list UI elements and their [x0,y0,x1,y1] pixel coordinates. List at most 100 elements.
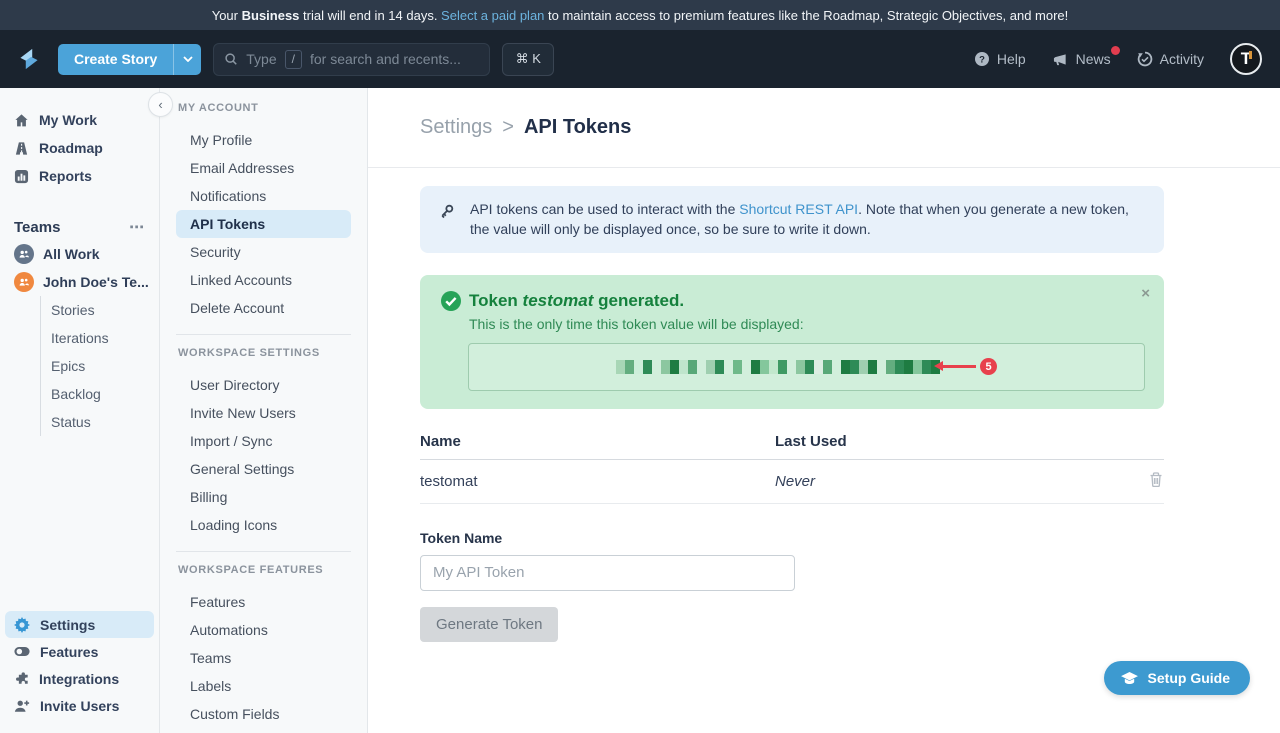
settings-nav-billing[interactable]: Billing [176,483,351,511]
settings-sidebar: MY ACCOUNT My Profile Email Addresses No… [160,88,368,733]
token-generated-title: Token testomat generated. [469,291,684,311]
token-generated-title-row: Token testomat generated. [440,290,1144,312]
generate-token-button[interactable]: Generate Token [420,607,558,642]
settings-nav-labels[interactable]: Labels [176,672,351,700]
settings-nav-api-tokens[interactable]: API Tokens [176,210,351,238]
trash-icon[interactable] [1148,471,1164,488]
features-label: Features [40,644,98,660]
sidebar-collapse-button[interactable]: ‹ [148,92,173,117]
sidebar-item-team[interactable]: John Doe's Te... [0,268,159,296]
top-nav: Create Story Type / for search and recen… [0,30,1280,88]
toggle-icon [14,646,30,657]
invite-users-label: Invite Users [40,698,119,714]
setup-guide-label: Setup Guide [1148,670,1230,686]
sidebar-item-settings[interactable]: Settings [5,611,154,638]
shortcut-rest-api-link[interactable]: Shortcut REST API [739,201,858,217]
tokens-table-header: Name Last Used [420,423,1164,460]
sidebar-item-integrations[interactable]: Integrations [5,665,154,692]
select-paid-plan-link[interactable]: Select a paid plan [441,8,544,23]
breadcrumb-settings[interactable]: Settings [420,116,492,139]
news-button[interactable]: News [1052,51,1111,67]
settings-nav-linked-accounts[interactable]: Linked Accounts [176,266,351,294]
user-avatar[interactable]: T [1230,43,1262,75]
create-story-button[interactable]: Create Story [58,44,201,75]
settings-nav-automations[interactable]: Automations [176,616,351,644]
teams-menu-button[interactable]: ⋯ [129,218,145,236]
settings-nav-loading-icons[interactable]: Loading Icons [176,511,351,539]
graduation-cap-icon [1120,671,1139,686]
sidebar-item-backlog[interactable]: Backlog [41,380,159,408]
settings-nav-security[interactable]: Security [176,238,351,266]
teams-section-header: Teams ⋯ [0,214,159,240]
annotation-arrow: 5 [942,358,997,375]
tokens-table: Name Last Used testomat Never [420,423,1164,504]
all-work-label: All Work [43,246,100,262]
sidebar-item-features[interactable]: Features [5,638,154,665]
house-icon [14,113,29,128]
search-type-label: Type [246,51,276,67]
sidebar-item-roadmap[interactable]: Roadmap [0,134,159,162]
sidebar-item-stories[interactable]: Stories [41,296,159,324]
settings-nav-teams[interactable]: Teams [176,644,351,672]
setup-guide-button[interactable]: Setup Guide [1104,661,1250,695]
check-circle-icon [440,290,462,312]
main-content: Settings > API Tokens API tokens can be … [368,88,1280,733]
all-work-avatar-icon [14,244,34,264]
sidebar-item-all-work[interactable]: All Work [0,240,159,268]
create-story-dropdown[interactable] [173,44,201,75]
sidebar-item-my-work[interactable]: My Work [0,106,159,134]
activity-button[interactable]: Activity [1137,51,1204,67]
settings-nav-notifications[interactable]: Notifications [176,182,351,210]
sidebar-item-status[interactable]: Status [41,408,159,436]
sidebar-item-label: My Work [39,112,97,128]
close-icon[interactable]: × [1141,285,1150,302]
sidebar-item-epics[interactable]: Epics [41,352,159,380]
activity-icon [1137,51,1153,67]
settings-nav-custom-fields[interactable]: Custom Fields [176,700,351,728]
sidebar-item-reports[interactable]: Reports [0,162,159,190]
token-name-input[interactable] [420,555,795,591]
create-story-label: Create Story [58,44,173,75]
settings-nav-features[interactable]: Features [176,588,351,616]
settings-nav-user-directory[interactable]: User Directory [176,371,351,399]
settings-nav-invite-new-users[interactable]: Invite New Users [176,399,351,427]
help-button[interactable]: ? Help [974,51,1026,67]
sidebar-bottom-group: Settings Features Integrations Invite Us… [0,611,159,719]
settings-nav-my-profile[interactable]: My Profile [176,126,351,154]
column-header-last-used: Last Used [775,423,1124,460]
banner-plan: Business [242,8,300,23]
news-label: News [1076,51,1111,67]
activity-label: Activity [1160,51,1204,67]
team-name-label: John Doe's Te... [43,274,149,290]
sidebar-item-iterations[interactable]: Iterations [41,324,159,352]
settings-nav-delete-account[interactable]: Delete Account [176,294,351,322]
puzzle-icon [14,671,29,686]
sidebar-item-invite-users[interactable]: Invite Users [5,692,154,719]
svg-text:?: ? [979,54,985,65]
key-icon [438,203,455,220]
banner-text: Your [212,8,242,23]
token-name-label: Token Name [420,530,1164,546]
settings-nav-email-addresses[interactable]: Email Addresses [176,154,351,182]
shortcut-logo-icon[interactable] [14,44,44,74]
sidebar-item-label: Roadmap [39,140,103,156]
banner-text-post: to maintain access to premium features l… [544,8,1068,23]
api-info-banner: API tokens can be used to interact with … [420,186,1164,253]
bar-chart-icon [14,169,29,184]
token-name: testomat [523,291,594,310]
cmd-k-shortcut[interactable]: ⌘ K [502,43,554,76]
search-input[interactable]: Type / for search and recents... [213,43,490,76]
annotation-badge: 5 [980,358,997,375]
divider [176,334,351,335]
title-post: generated. [593,291,684,310]
settings-group-title: MY ACCOUNT [160,102,367,118]
settings-nav-general-settings[interactable]: General Settings [176,455,351,483]
slash-key-hint: / [285,50,302,69]
settings-nav-import-sync[interactable]: Import / Sync [176,427,351,455]
integrations-label: Integrations [39,671,119,687]
search-placeholder: for search and recents... [310,51,461,67]
divider [176,551,351,552]
help-label: Help [997,51,1026,67]
road-icon [14,141,29,156]
megaphone-icon [1052,52,1069,67]
